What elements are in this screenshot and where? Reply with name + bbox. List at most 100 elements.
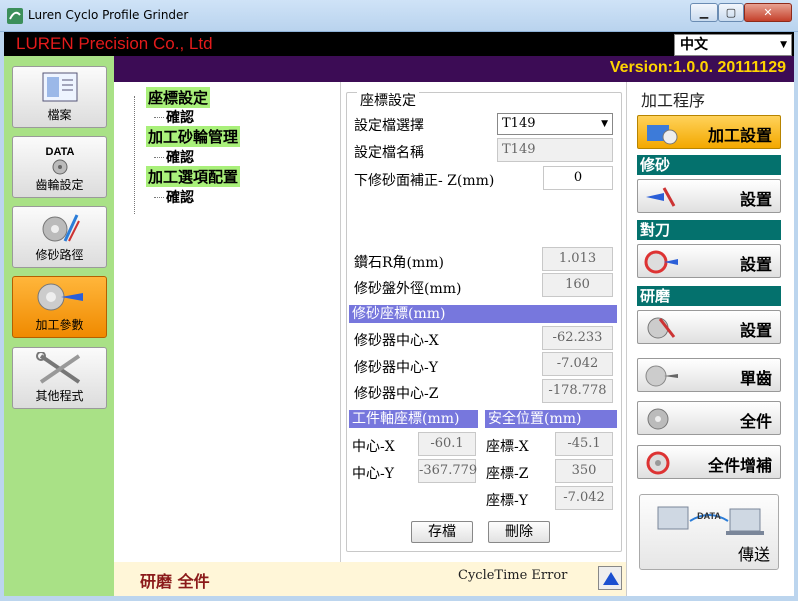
nav-machining-params-label: 加工參數 [35,318,84,332]
dresser-z-label: 修砂器中心-Z [354,386,439,402]
file-name-field: T149 [497,138,613,162]
left-nav: 檔案 DATA 齒輪設定 修砂路徑 加工參數 其他程式 [4,56,114,596]
lower-correction-label: 下修砂面補正- Z(mm) [354,173,495,189]
diamond-r-label: 鑽石R角(mm) [354,255,445,271]
triangle-up-icon [603,572,619,585]
safe-x-field: -45.1 [555,432,613,456]
version-text: Version:1.0.0. 20111129 [609,59,786,76]
dressing-setup-button[interactable]: 設置 [637,179,781,213]
single-tooth-button[interactable]: 單齒 [637,358,781,392]
tool-header: 對刀 [637,220,781,240]
dresser-x-label: 修砂器中心-X [354,333,439,349]
document-icon [42,72,78,102]
work-axis-section: 工件軸座標(mm) [349,410,478,428]
minimize-button[interactable]: ▁ [690,3,718,22]
tree-connector [134,96,135,214]
safe-z-field: 350 [555,459,613,483]
tree-node-confirm-3[interactable]: 確認 [154,187,194,207]
wrench-icon [647,317,676,339]
tree-node-label: 確認 [166,190,194,206]
machining-setup-label: 加工設置 [707,126,772,145]
chevron-down-icon: ▼ [780,40,787,50]
full-compensation-button[interactable]: 全件增補 [637,445,781,479]
work-x-field: -60.1 [418,432,476,456]
data-transfer-icon: DATA [657,506,764,535]
nav-file-label: 檔案 [47,108,72,122]
tree-node-label: 加工砂輪管理 [148,128,239,146]
single-tooth-label: 單齒 [739,369,772,388]
safe-x-label: 座標-X [486,439,529,455]
full-part-label: 全件 [739,412,772,431]
svg-text:DATA: DATA [46,146,75,158]
tree-node-label: 確認 [166,150,194,166]
grinding-wheel-icon [37,283,83,311]
tree-node-wheel-management[interactable]: 加工砂輪管理 [146,126,241,147]
window-titlebar: Luren Cyclo Profile Grinder ▁ ▢ ✕ [0,0,798,32]
tools-icon [36,352,81,384]
app-icon [7,8,23,24]
tree-node-confirm-2[interactable]: 確認 [154,147,194,167]
scroll-up-button[interactable] [598,566,622,590]
dresser-icon [646,187,676,207]
full-part-button[interactable]: 全件 [637,401,781,435]
file-name-label: 設定檔名稱 [354,145,424,161]
file-select[interactable]: T149 ▼ [497,113,613,135]
tool-setup-label: 設置 [739,255,772,274]
language-select[interactable]: 中文 ▼ [674,34,792,56]
dressing-setup-label: 設置 [739,190,772,209]
tool-setup-button[interactable]: 設置 [637,244,781,278]
nav-other-programs-label: 其他程式 [35,389,84,403]
safe-z-label: 座標-Z [486,466,529,482]
dressing-path-icon [42,214,80,242]
tree-node-coordinate-setting[interactable]: 座標設定 [146,87,211,108]
grinding-wheel-icon [645,365,678,387]
coordinate-form: 座標設定 設定檔選擇 T149 ▼ 設定檔名稱 T149 下修砂面補正- Z(m… [340,82,626,562]
tree-node-label: 確認 [166,110,194,126]
groupbox-title: 座標設定 [357,90,419,110]
tree-node-confirm-1[interactable]: 確認 [154,107,194,127]
grinding-setup-button[interactable]: 設置 [637,310,781,344]
close-button[interactable]: ✕ [744,3,792,22]
status-bar: 研磨 全件 CycleTime Error [114,562,626,596]
dresser-y-label: 修砂器中心-Y [354,360,438,376]
process-panel-title: 加工程序 [641,91,706,110]
delete-button[interactable]: 刪除 [488,521,550,543]
file-select-label: 設定檔選擇 [354,118,424,134]
grinding-setup-label: 設置 [739,321,772,340]
chevron-down-icon: ▼ [601,119,608,129]
nav-gear-setting-label: 齒輪設定 [35,178,84,192]
company-name: LUREN Precision Co., Ltd [16,34,213,53]
nav-dressing-path-button[interactable]: 修砂路徑 [12,206,107,268]
coordinate-groupbox: 座標設定 設定檔選擇 T149 ▼ 設定檔名稱 T149 下修砂面補正- Z(m… [346,90,622,552]
lower-correction-input[interactable]: 0 [543,166,613,190]
tree-node-label: 座標設定 [148,89,209,107]
nav-gear-setting-button[interactable]: DATA 齒輪設定 [12,136,107,198]
machining-setup-button[interactable]: 加工設置 [637,115,781,149]
window-title: Luren Cyclo Profile Grinder [28,8,189,22]
work-x-label: 中心-X [352,439,395,455]
settings-tree: 座標設定 確認 加工砂輪管理 確認 加工選項配置 確認 [114,82,340,562]
grinding-header: 研磨 [637,286,781,306]
dresser-coord-section: 修砂座標(mm) [349,305,617,323]
gear-icon [647,408,669,430]
maximize-button[interactable]: ▢ [718,3,744,22]
dresser-y-field: -7.042 [542,352,613,376]
tree-node-label: 加工選項配置 [148,168,239,186]
work-y-label: 中心-Y [352,466,394,482]
nav-dressing-path-label: 修砂路徑 [35,248,84,262]
save-button[interactable]: 存檔 [411,521,473,543]
setup-icon [647,125,678,145]
dresser-diameter-label: 修砂盤外徑(mm) [354,281,462,297]
compensation-icon [646,451,670,475]
nav-machining-params-button[interactable]: 加工參數 [12,276,107,338]
tree-node-option-config[interactable]: 加工選項配置 [146,166,241,187]
nav-other-programs-button[interactable]: 其他程式 [12,347,107,409]
safe-position-section: 安全位置(mm) [485,410,617,428]
transfer-button[interactable]: DATA 傳送 [639,494,779,570]
transfer-label: 傳送 [737,545,770,564]
work-y-field: -367.779 [418,459,477,483]
dresser-z-field: -178.778 [542,379,613,403]
wheel-icon [644,250,678,274]
nav-file-button[interactable]: 檔案 [12,66,107,128]
full-compensation-label: 全件增補 [707,456,772,475]
